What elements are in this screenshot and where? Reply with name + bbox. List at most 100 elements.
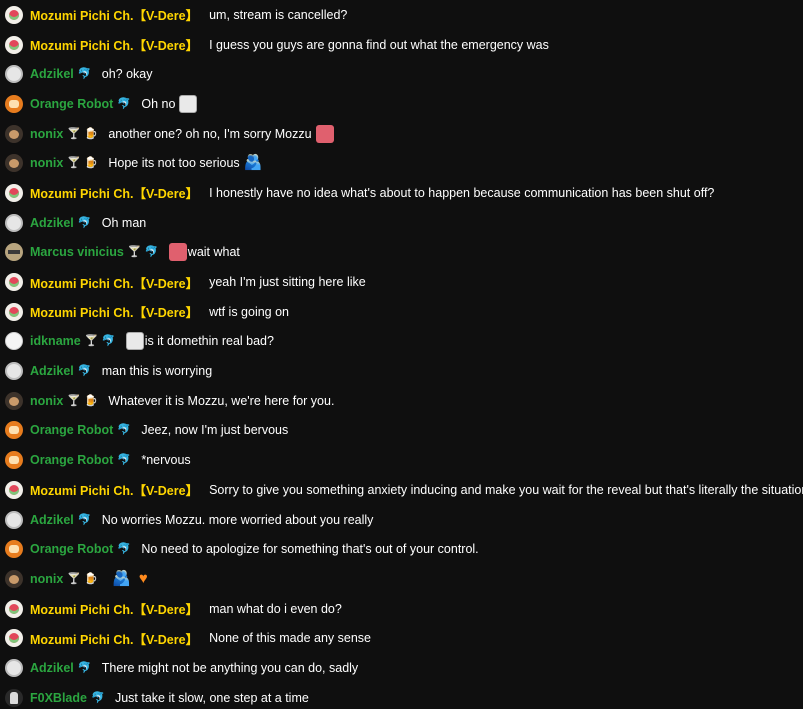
avatar[interactable] bbox=[5, 629, 23, 648]
chat-message[interactable]: Adzikel 🐬 Oh man bbox=[0, 208, 803, 238]
message-text: No need to apologize for something that'… bbox=[141, 542, 479, 557]
chat-message[interactable]: Mozumi Pichi Ch.【V-Dere】 wtf is going on bbox=[0, 297, 803, 327]
author-name[interactable]: nonix bbox=[30, 156, 63, 170]
chat-message[interactable]: nonix 🍸 🍺 Hope its not too serious 🫂 bbox=[0, 148, 803, 178]
cup-badge-icon: 🍺 bbox=[84, 157, 99, 170]
emoji-blue-icon: 🫂 bbox=[243, 154, 263, 172]
avatar[interactable] bbox=[5, 451, 23, 470]
membership-badge-icon: 🐬 bbox=[117, 454, 132, 467]
chat-message[interactable]: Mozumi Pichi Ch.【V-Dere】 man what do i ev… bbox=[0, 594, 803, 624]
membership-badge-icon: 🐬 bbox=[101, 335, 116, 348]
avatar[interactable] bbox=[5, 183, 23, 202]
author-name[interactable]: Mozumi Pichi Ch.【V-Dere】 bbox=[30, 480, 198, 499]
author-name[interactable]: Adzikel bbox=[30, 67, 74, 81]
author-name[interactable]: Mozumi Pichi Ch.【V-Dere】 bbox=[30, 273, 198, 292]
avatar[interactable] bbox=[5, 154, 23, 173]
membership-badge-icon: 🐬 bbox=[144, 246, 159, 259]
avatar[interactable] bbox=[5, 213, 23, 232]
author-name[interactable]: Marcus vinicius bbox=[30, 245, 124, 259]
author-name[interactable]: Mozumi Pichi Ch.【V-Dere】 bbox=[30, 5, 198, 24]
chat-message[interactable]: Mozumi Pichi Ch.【V-Dere】 I honestly have … bbox=[0, 178, 803, 208]
message-text: is it domethin real bad? bbox=[144, 334, 274, 349]
avatar[interactable] bbox=[5, 243, 23, 262]
message-text: wait what bbox=[187, 245, 240, 260]
chat-message[interactable]: Mozumi Pichi Ch.【V-Dere】 um, stream is ca… bbox=[0, 0, 803, 30]
message-text: yeah I'm just sitting here like bbox=[209, 275, 366, 290]
author-name[interactable]: nonix bbox=[30, 572, 63, 586]
message-text: Jeez, now I'm just bervous bbox=[141, 423, 289, 438]
author-name[interactable]: Orange Robot bbox=[30, 542, 113, 556]
author-name[interactable]: nonix bbox=[30, 127, 63, 141]
message-text: *nervous bbox=[141, 453, 191, 468]
avatar[interactable] bbox=[5, 362, 23, 381]
author-name[interactable]: Mozumi Pichi Ch.【V-Dere】 bbox=[30, 35, 198, 54]
avatar[interactable] bbox=[5, 391, 23, 410]
avatar[interactable] bbox=[5, 688, 23, 707]
chat-message[interactable]: Mozumi Pichi Ch.【V-Dere】 None of this mad… bbox=[0, 623, 803, 653]
chat-message[interactable]: F0XBlade 🐬 Just take it slow, one step at … bbox=[0, 683, 803, 709]
drink-badge-icon: 🍸 bbox=[67, 394, 82, 407]
avatar[interactable] bbox=[5, 124, 23, 143]
chat-message[interactable]: Adzikel 🐬 man this is worrying bbox=[0, 356, 803, 386]
cup-badge-icon: 🍺 bbox=[84, 127, 99, 140]
avatar[interactable] bbox=[5, 273, 23, 292]
chat-message[interactable]: Mozumi Pichi Ch.【V-Dere】 yeah I'm just si… bbox=[0, 267, 803, 297]
author-name[interactable]: Mozumi Pichi Ch.【V-Dere】 bbox=[30, 629, 198, 648]
author-name[interactable]: Orange Robot bbox=[30, 453, 113, 467]
avatar[interactable] bbox=[5, 540, 23, 559]
chat-message[interactable]: Orange Robot 🐬 Jeez, now I'm just bervous bbox=[0, 416, 803, 446]
author-name[interactable]: Mozumi Pichi Ch.【V-Dere】 bbox=[30, 183, 198, 202]
avatar[interactable] bbox=[5, 421, 23, 440]
avatar[interactable] bbox=[5, 94, 23, 113]
message-text: Just take it slow, one step at a time bbox=[114, 690, 309, 705]
chat-message[interactable]: nonix 🍸 🍺 🫂 ♥ bbox=[0, 564, 803, 594]
chat-message-list[interactable]: Mozumi Pichi Ch.【V-Dere】 um, stream is ca… bbox=[0, 0, 803, 709]
avatar[interactable] bbox=[5, 480, 23, 499]
author-name[interactable]: Adzikel bbox=[30, 364, 74, 378]
avatar[interactable] bbox=[5, 302, 23, 321]
membership-badge-icon: 🐬 bbox=[117, 424, 132, 437]
avatar[interactable] bbox=[5, 658, 23, 677]
avatar[interactable] bbox=[5, 510, 23, 529]
chat-message[interactable]: Mozumi Pichi Ch.【V-Dere】 I guess you guys… bbox=[0, 30, 803, 60]
author-name[interactable]: Adzikel bbox=[30, 513, 74, 527]
avatar[interactable] bbox=[5, 599, 23, 618]
author-name[interactable]: F0XBlade bbox=[30, 691, 87, 705]
avatar[interactable] bbox=[5, 5, 23, 24]
avatar[interactable] bbox=[5, 569, 23, 588]
emoji-blue-icon: 🫂 bbox=[112, 569, 132, 587]
message-text: Whatever it is Mozzu, we're here for you… bbox=[108, 393, 335, 408]
cup-badge-icon: 🍺 bbox=[84, 572, 99, 585]
chat-message[interactable]: nonix 🍸 🍺 another one? oh no, I'm sorry Moz… bbox=[0, 119, 803, 149]
chat-message[interactable]: Marcus vinicius 🍸 🐬 wait what bbox=[0, 238, 803, 268]
chat-message[interactable]: nonix 🍸 🍺 Whatever it is Mozzu, we're here … bbox=[0, 386, 803, 416]
message-text: wtf is going on bbox=[209, 304, 290, 319]
chat-message[interactable]: Adzikel 🐬 oh? okay bbox=[0, 59, 803, 89]
chat-message[interactable]: Orange Robot 🐬 Oh no bbox=[0, 89, 803, 119]
author-name[interactable]: Adzikel bbox=[30, 661, 74, 675]
message-text: There might not be anything you can do, … bbox=[101, 660, 359, 675]
author-name[interactable]: nonix bbox=[30, 394, 63, 408]
membership-badge-icon: 🐬 bbox=[117, 543, 132, 556]
membership-badge-icon: 🐬 bbox=[77, 216, 92, 229]
emoji-pink-icon bbox=[168, 243, 187, 262]
author-name[interactable]: Mozumi Pichi Ch.【V-Dere】 bbox=[30, 302, 198, 321]
author-name[interactable]: Orange Robot bbox=[30, 423, 113, 437]
chat-message[interactable]: Adzikel 🐬 There might not be anything you … bbox=[0, 653, 803, 683]
avatar[interactable] bbox=[5, 65, 23, 84]
chat-message[interactable]: Mozumi Pichi Ch.【V-Dere】 Sorry to give yo… bbox=[0, 475, 803, 505]
message-text: No worries Mozzu. more worried about you… bbox=[101, 512, 374, 527]
avatar[interactable] bbox=[5, 35, 23, 54]
author-name[interactable]: Mozumi Pichi Ch.【V-Dere】 bbox=[30, 599, 198, 618]
chat-message[interactable]: Orange Robot 🐬 *nervous bbox=[0, 445, 803, 475]
author-name[interactable]: Orange Robot bbox=[30, 97, 113, 111]
drink-badge-icon: 🍸 bbox=[127, 246, 142, 259]
author-name[interactable]: Adzikel bbox=[30, 216, 74, 230]
message-text: man what do i even do? bbox=[209, 601, 342, 616]
avatar[interactable] bbox=[5, 332, 23, 351]
message-text: Oh no bbox=[141, 96, 176, 111]
chat-message[interactable]: idkname 🍸 🐬 is it domethin real bad? bbox=[0, 327, 803, 357]
chat-message[interactable]: Orange Robot 🐬 No need to apologize for so… bbox=[0, 534, 803, 564]
chat-message[interactable]: Adzikel 🐬 No worries Mozzu. more worried a… bbox=[0, 505, 803, 535]
author-name[interactable]: idkname bbox=[30, 334, 81, 348]
